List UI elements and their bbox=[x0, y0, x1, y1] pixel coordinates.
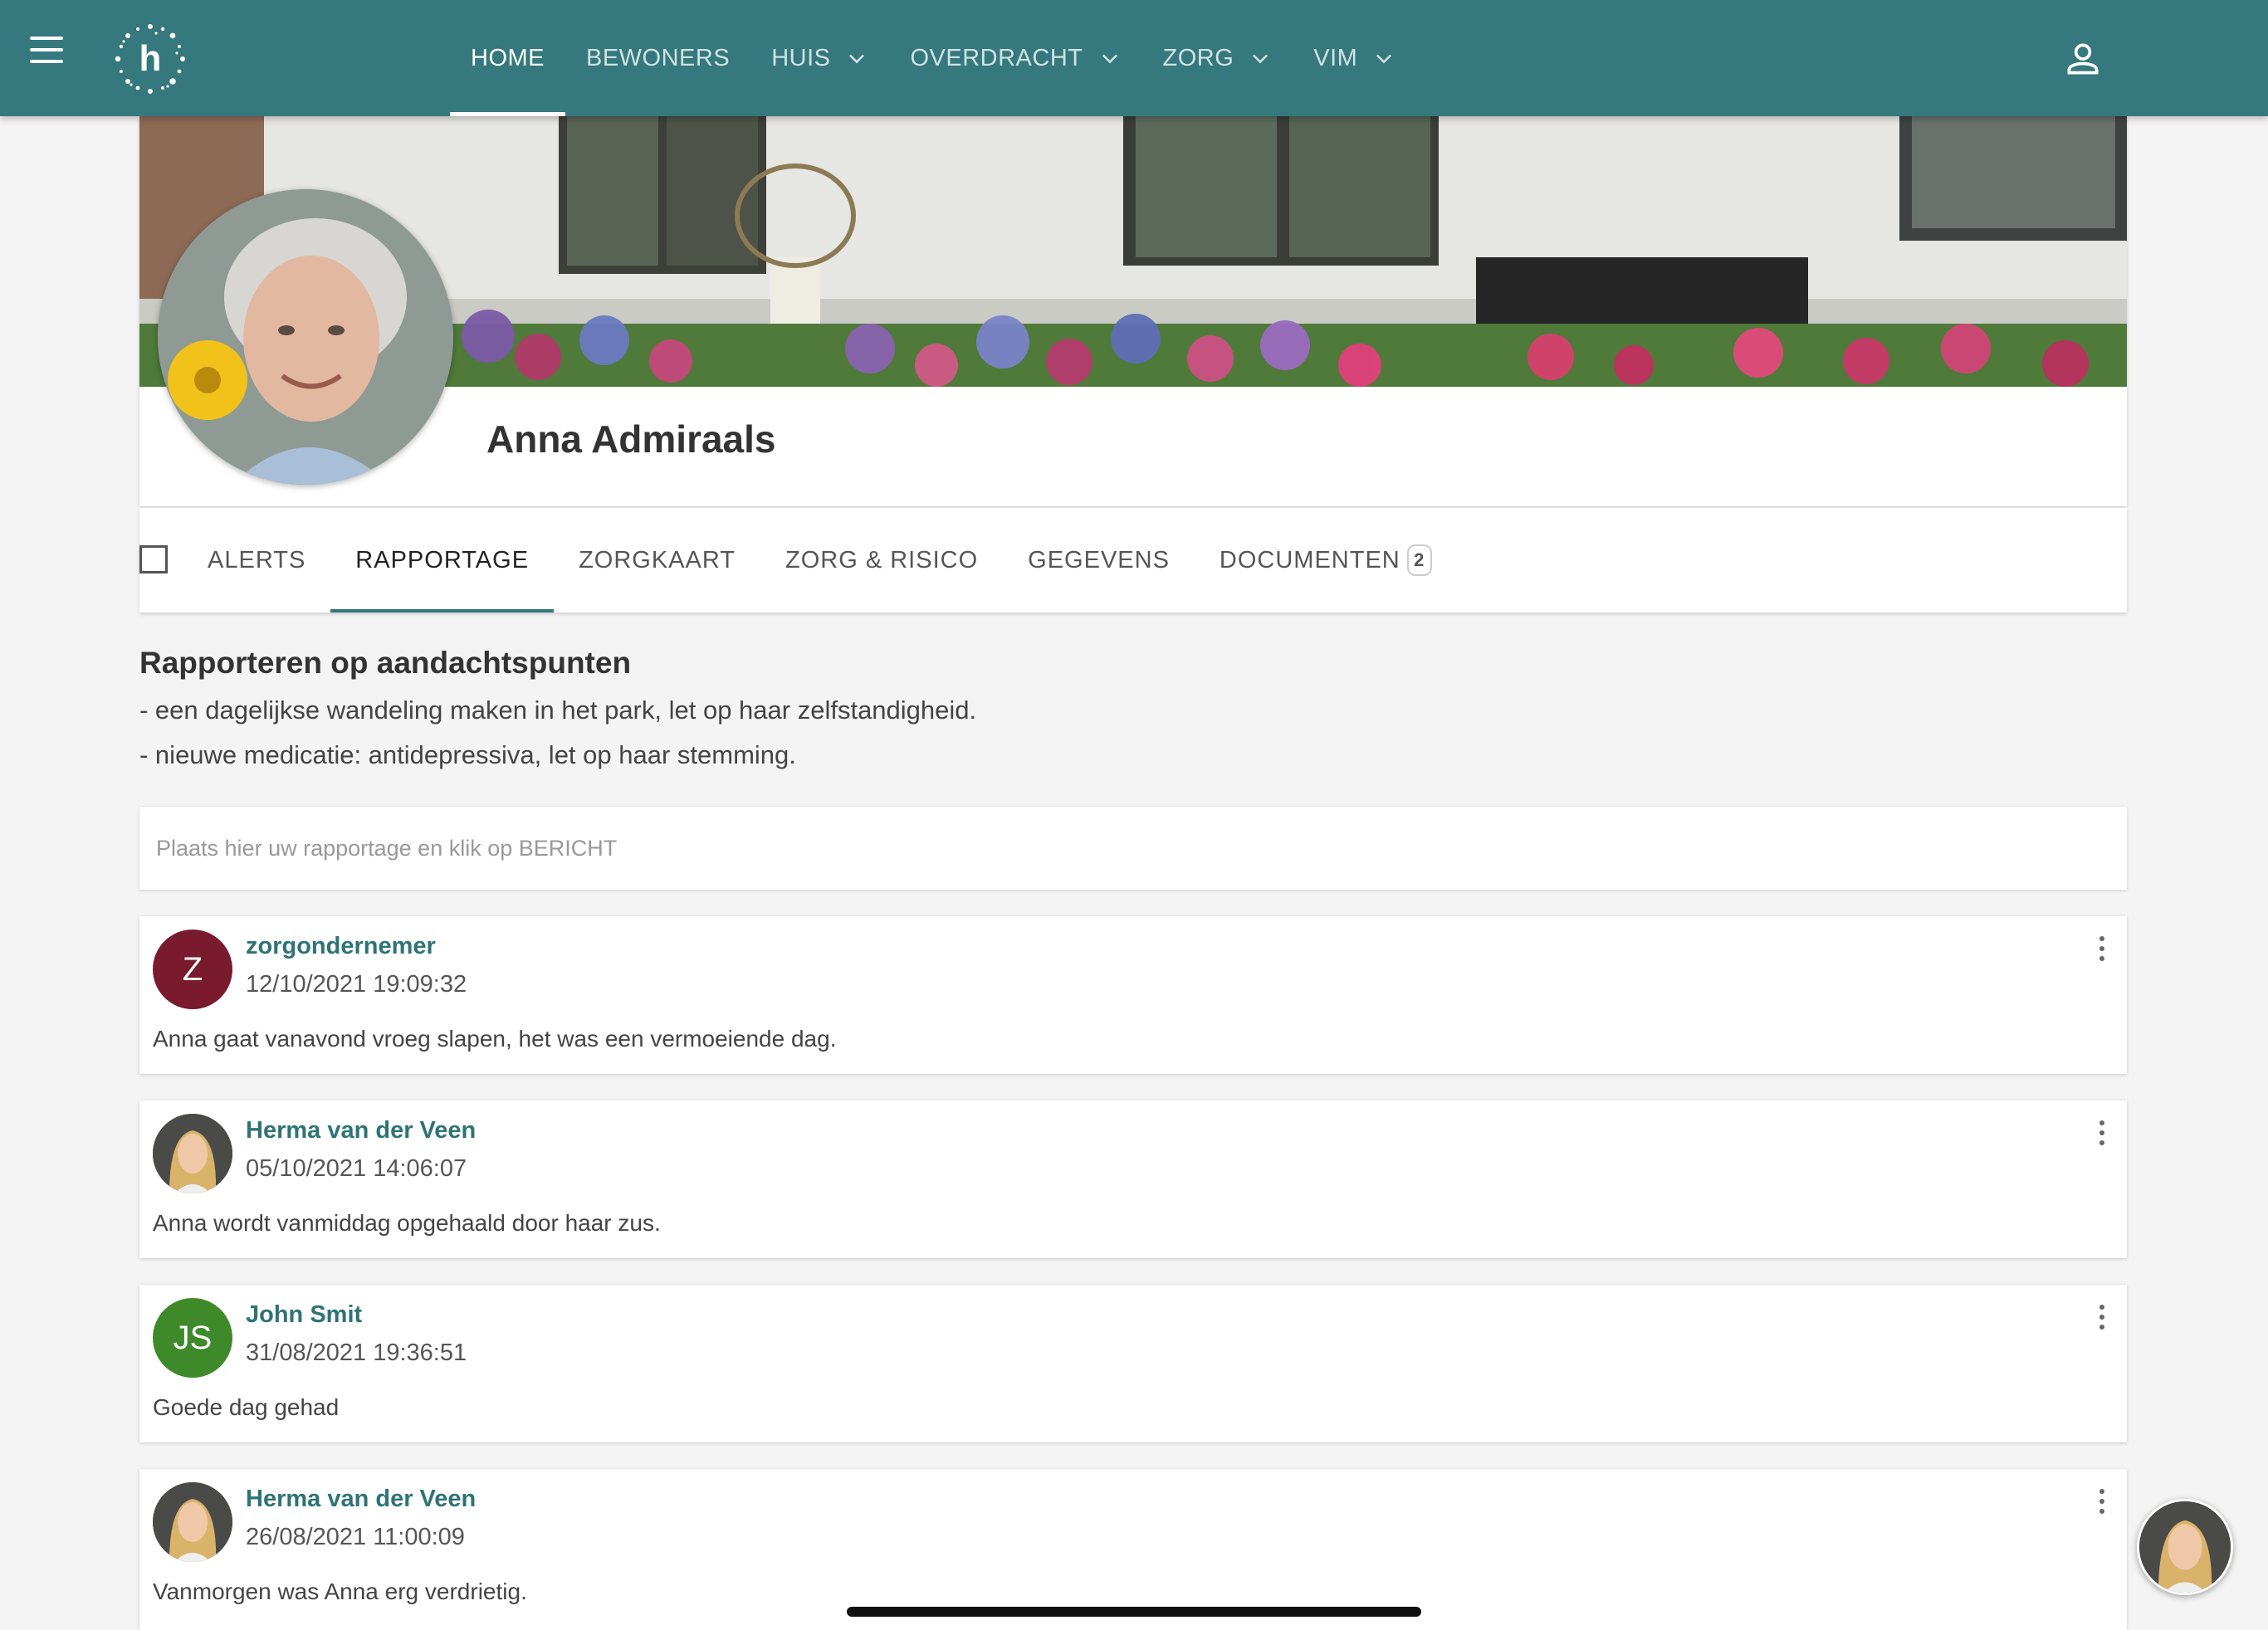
author-avatar-photo bbox=[153, 1482, 232, 1562]
more-options-icon[interactable] bbox=[2094, 1119, 2110, 1147]
report-text: Anna wordt vanmiddag opgehaald door haar… bbox=[153, 1210, 661, 1236]
attention-points-title: Rapporteren op aandachtspunten bbox=[139, 646, 632, 680]
nav-item-zorg[interactable]: ZORG bbox=[1142, 0, 1293, 116]
resident-tabs: ALERTS RAPPORTAGE ZORGKAART ZORG & RISIC… bbox=[139, 508, 2127, 612]
tab-rapportage[interactable]: RAPPORTAGE bbox=[330, 508, 554, 612]
nav-item-label: BEWONERS bbox=[586, 44, 731, 71]
report-input[interactable] bbox=[139, 807, 2127, 890]
tab-label: GEGEVENS bbox=[1028, 546, 1170, 573]
report-timestamp: 12/10/2021 19:09:32 bbox=[246, 971, 467, 998]
documents-count-badge: 2 bbox=[1406, 544, 1432, 576]
avatar-initials: Z bbox=[182, 950, 203, 988]
app-logo[interactable]: h bbox=[113, 22, 188, 96]
more-options-icon[interactable] bbox=[2094, 1303, 2110, 1331]
report-author[interactable]: Herma van der Veen bbox=[246, 1486, 476, 1513]
chevron-down-icon bbox=[1253, 54, 1268, 64]
nav-item-bewoners[interactable]: BEWONERS bbox=[565, 0, 750, 116]
report-card: JS John Smit 31/08/2021 19:36:51 Goede d… bbox=[139, 1285, 2127, 1442]
nav-item-overdracht[interactable]: OVERDRACHT bbox=[889, 0, 1141, 116]
hamburger-menu-icon[interactable] bbox=[22, 27, 71, 73]
tab-gegevens[interactable]: GEGEVENS bbox=[1003, 508, 1195, 612]
report-text: Vanmorgen was Anna erg verdrietig. bbox=[153, 1579, 527, 1604]
tab-label: ZORGKAART bbox=[579, 546, 736, 573]
report-card: Z zorgondernemer 12/10/2021 19:09:32 Ann… bbox=[139, 916, 2127, 1074]
top-app-bar: h HOME BEWONERS HUIS OVERDRACHT ZORG VIM bbox=[0, 0, 2268, 116]
attention-point: - nieuwe medicatie: antidepressiva, let … bbox=[139, 740, 796, 769]
main-navigation: HOME BEWONERS HUIS OVERDRACHT ZORG VIM bbox=[450, 0, 1416, 116]
logo-letter: h bbox=[139, 38, 162, 79]
nav-item-vim[interactable]: VIM bbox=[1293, 0, 1416, 116]
report-timestamp: 05/10/2021 14:06:07 bbox=[246, 1155, 467, 1182]
nav-item-home[interactable]: HOME bbox=[450, 0, 565, 116]
tab-alerts[interactable]: ALERTS bbox=[183, 508, 330, 612]
author-avatar: JS bbox=[153, 1298, 232, 1378]
author-avatar: Z bbox=[153, 930, 232, 1009]
chevron-down-icon bbox=[1376, 54, 1392, 64]
report-card: Herma van der Veen 05/10/2021 14:06:07 A… bbox=[139, 1100, 2127, 1258]
report-author[interactable]: Herma van der Veen bbox=[246, 1117, 476, 1144]
report-text: Anna gaat vanavond vroeg slapen, het was… bbox=[153, 1026, 837, 1052]
report-card: Herma van der Veen 26/08/2021 11:00:09 V… bbox=[139, 1469, 2127, 1630]
more-options-icon[interactable] bbox=[2094, 1487, 2110, 1515]
more-options-icon[interactable] bbox=[2094, 935, 2110, 963]
report-timestamp: 31/08/2021 19:36:51 bbox=[246, 1340, 467, 1366]
report-author[interactable]: zorgondernemer bbox=[246, 933, 436, 960]
resident-avatar bbox=[158, 189, 453, 485]
select-checkbox[interactable] bbox=[139, 545, 168, 573]
avatar-initials: JS bbox=[173, 1319, 213, 1356]
tab-zorgkaart[interactable]: ZORGKAART bbox=[554, 508, 760, 612]
chevron-down-icon bbox=[1102, 54, 1117, 64]
nav-item-label: HOME bbox=[471, 44, 545, 71]
nav-item-label: OVERDRACHT bbox=[910, 44, 1083, 71]
author-avatar-photo bbox=[153, 1114, 232, 1193]
tab-zorg-risico[interactable]: ZORG & RISICO bbox=[760, 508, 1003, 612]
report-author[interactable]: John Smit bbox=[246, 1301, 362, 1329]
user-account-icon[interactable] bbox=[2062, 38, 2104, 80]
tab-label: RAPPORTAGE bbox=[355, 546, 530, 573]
tab-label: ZORG & RISICO bbox=[785, 546, 979, 573]
tab-documenten[interactable]: DOCUMENTEN 2 bbox=[1195, 508, 1457, 612]
floating-user-avatar[interactable] bbox=[2137, 1499, 2233, 1595]
home-indicator bbox=[847, 1607, 1421, 1617]
resident-profile-card: Anna Admiraals bbox=[139, 116, 2127, 506]
tab-label: DOCUMENTEN bbox=[1219, 546, 1400, 573]
report-timestamp: 26/08/2021 11:00:09 bbox=[246, 1524, 465, 1550]
resident-name: Anna Admiraals bbox=[486, 417, 776, 461]
nav-item-label: ZORG bbox=[1162, 44, 1234, 71]
nav-item-label: VIM bbox=[1313, 44, 1358, 71]
attention-point: - een dagelijkse wandeling maken in het … bbox=[139, 695, 977, 725]
report-text: Goede dag gehad bbox=[153, 1394, 340, 1420]
nav-item-huis[interactable]: HUIS bbox=[750, 0, 889, 116]
tab-label: ALERTS bbox=[208, 546, 306, 573]
nav-item-label: HUIS bbox=[771, 44, 831, 71]
chevron-down-icon bbox=[849, 54, 865, 64]
